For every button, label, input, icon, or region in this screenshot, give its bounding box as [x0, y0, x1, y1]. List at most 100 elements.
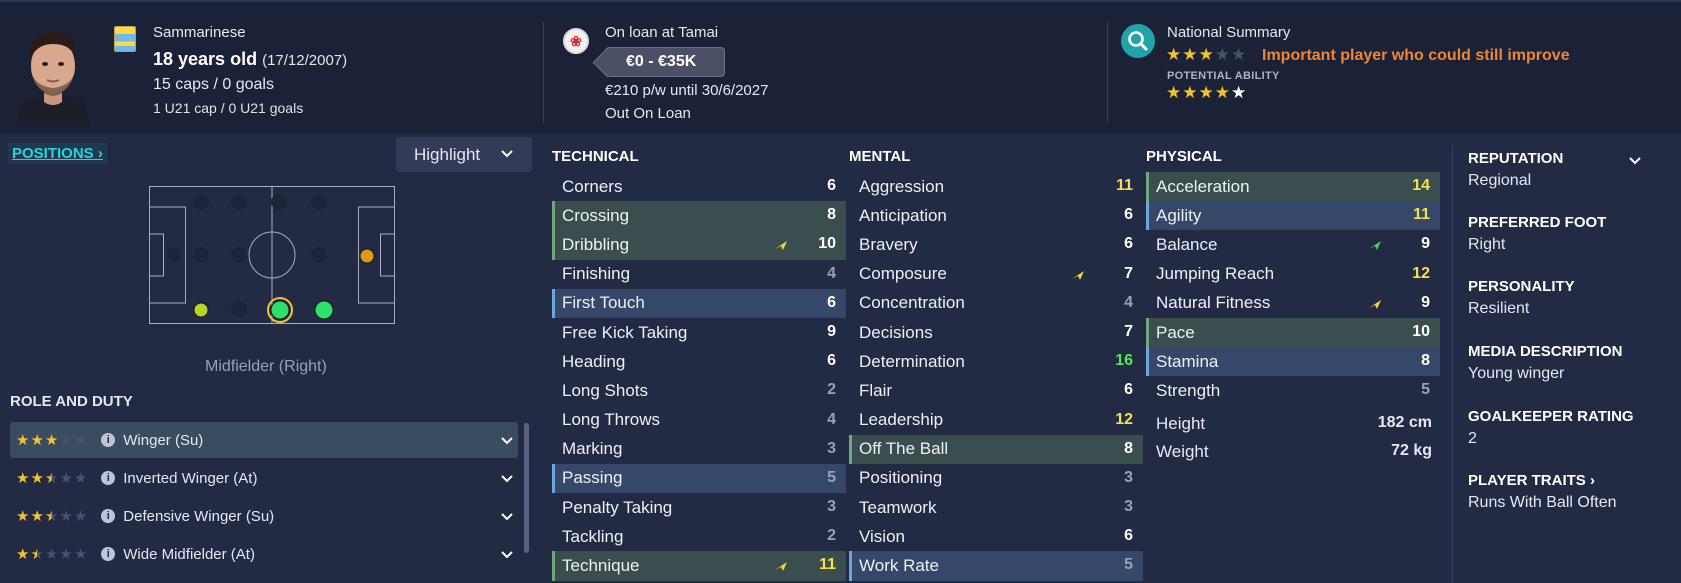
chevron-down-icon[interactable] [500, 471, 514, 489]
attribute-row[interactable]: Composure 7 [849, 260, 1143, 289]
club-badge-icon[interactable]: ❀ [563, 28, 589, 54]
role-name: Wide Midfielder (At) [123, 545, 255, 563]
attribute-row[interactable]: Penalty Taking 3 [552, 493, 846, 522]
attribute-row[interactable]: Balance 9 [1146, 230, 1440, 259]
mental-title: MENTAL [849, 148, 911, 165]
attribute-row[interactable]: Work Rate 5 [849, 551, 1143, 581]
attribute-row[interactable]: Concentration 4 [849, 289, 1143, 318]
chevron-down-icon[interactable] [500, 433, 514, 451]
attribute-row[interactable]: Acceleration 14 [1146, 172, 1440, 202]
height-label: Height [1156, 414, 1206, 433]
attribute-value: 12 [1412, 264, 1430, 282]
attribute-name: Anticipation [859, 205, 947, 225]
star-empty-icon: ★ [59, 431, 73, 449]
star-full-icon: ★ [1182, 45, 1198, 64]
attribute-row[interactable]: Pace 10 [1146, 317, 1440, 348]
attribute-row[interactable]: Long Throws 4 [552, 406, 846, 435]
attribute-row[interactable]: Dribbling 10 [552, 230, 846, 260]
role-item[interactable]: ★ ★ ★ ★ ★ i Inverted Winger (At) [10, 460, 518, 496]
selected-position-label: Midfielder (Right) [205, 358, 327, 375]
attribute-row[interactable]: Technique 11 [552, 551, 846, 581]
attribute-row[interactable]: Agility 11 [1146, 201, 1440, 231]
info-icon[interactable]: i [101, 509, 116, 523]
player-traits-block[interactable]: PLAYER TRAITS › Runs With Ball Often [1468, 472, 1617, 512]
flag-icon [114, 26, 136, 52]
attribute-value: 10 [1412, 322, 1430, 340]
loan-status[interactable]: On loan at Tamai [605, 24, 718, 41]
chevron-down-icon[interactable] [500, 547, 514, 565]
role-name: Defensive Winger (Su) [123, 507, 275, 525]
attribute-value: 6 [1124, 527, 1133, 545]
personality-block: PERSONALITY Resilient [1468, 278, 1575, 318]
attribute-name: Decisions [859, 322, 933, 342]
attribute-row[interactable]: Strength 5 [1146, 376, 1440, 405]
role-item[interactable]: ★ ★ ★ ★ ★ i Wide Midfielder (At) [10, 536, 518, 572]
positions-link[interactable]: POSITIONS › [8, 143, 107, 164]
attribute-row[interactable]: Anticipation 6 [849, 201, 1143, 230]
attribute-row[interactable]: Free Kick Taking 9 [552, 318, 846, 347]
attribute-row[interactable]: Marking 3 [552, 435, 846, 464]
attribute-row[interactable]: Leadership 12 [849, 406, 1143, 435]
attribute-row[interactable]: Determination 16 [849, 347, 1143, 376]
attribute-row[interactable]: Finishing 4 [552, 260, 846, 289]
info-icon[interactable]: i [101, 547, 116, 561]
star-empty-icon: ★ [1231, 45, 1247, 64]
star-empty-icon: ★ [1214, 45, 1230, 64]
highlight-dropdown[interactable]: Highlight [396, 137, 532, 172]
attribute-name: Natural Fitness [1156, 293, 1271, 313]
attribute-value: 6 [1124, 206, 1133, 224]
attribute-name: Marking [562, 439, 623, 459]
search-icon[interactable] [1121, 24, 1155, 58]
attribute-row[interactable]: Off The Ball 8 [849, 434, 1143, 464]
star-full-icon: ★ [30, 469, 44, 487]
attribute-value: 4 [1124, 293, 1133, 311]
pitch-diagram [149, 186, 395, 324]
header-divider [1107, 22, 1108, 123]
attribute-value: 11 [1413, 206, 1430, 224]
attribute-row[interactable]: Decisions 7 [849, 318, 1143, 347]
attribute-row[interactable]: Passing 5 [552, 463, 846, 494]
player-traits-link[interactable]: PLAYER TRAITS › [1468, 472, 1617, 489]
attribute-row[interactable]: Natural Fitness 9 [1146, 289, 1440, 318]
chevron-down-icon[interactable] [500, 509, 514, 527]
attribute-row[interactable]: Long Shots 2 [552, 376, 846, 405]
attribute-row[interactable]: Flair 6 [849, 376, 1143, 405]
transfer-value-tag[interactable]: €0 - €35K [605, 47, 725, 77]
info-icon[interactable]: i [101, 433, 116, 447]
star-full-icon: ★ [1214, 83, 1230, 102]
star-full-icon: ★ [16, 469, 30, 487]
star-full-icon: ★ [1198, 45, 1214, 64]
attribute-row[interactable]: Jumping Reach 12 [1146, 260, 1440, 289]
attribute-row[interactable]: Stamina 8 [1146, 347, 1440, 377]
attribute-row[interactable]: Crossing 8 [552, 201, 846, 231]
attribute-row[interactable]: Vision 6 [849, 522, 1143, 551]
attribute-name: Composure [859, 264, 947, 284]
attribute-value: 11 [819, 556, 836, 574]
attribute-row[interactable]: Tackling 2 [552, 522, 846, 551]
role-item[interactable]: ★ ★ ★ ★ ★ i Defensive Winger (Su) [10, 498, 518, 534]
player-age: 18 years old (17/12/2007) [153, 49, 348, 69]
role-name: Winger (Su) [123, 431, 204, 449]
star-full-icon: ★ [1166, 83, 1182, 102]
reputation-block[interactable]: REPUTATION Regional [1468, 150, 1563, 190]
chevron-down-icon[interactable] [1628, 153, 1642, 172]
attribute-row[interactable]: Bravery 6 [849, 230, 1143, 259]
attribute-value: 6 [827, 177, 836, 194]
media-description-block: MEDIA DESCRIPTION Young winger [1468, 343, 1622, 383]
attribute-row[interactable]: Heading 6 [552, 347, 846, 376]
attribute-row[interactable]: Corners 6 [552, 172, 846, 201]
star-half-icon: ★ [1231, 83, 1247, 102]
star-empty-icon: ★ [73, 545, 88, 563]
attribute-row[interactable]: Positioning 3 [849, 464, 1143, 493]
info-icon[interactable]: i [101, 471, 116, 485]
current-ability-stars: ★ ★ ★ ★ ★ [1166, 46, 1246, 63]
attribute-row[interactable]: Aggression 11 [849, 172, 1143, 201]
mental-rows: Aggression 11 Anticipation 6 Bravery 6 Composu… [849, 172, 1143, 581]
scrollbar[interactable] [524, 423, 529, 553]
attribute-value: 5 [1124, 556, 1133, 574]
positions-panel: POSITIONS › Highlight Midfielder (Right)… [0, 133, 545, 583]
role-item[interactable]: ★ ★ ★ ★ ★ i Winger (Su) [10, 422, 518, 458]
attribute-row[interactable]: Teamwork 3 [849, 493, 1143, 522]
attribute-row[interactable]: First Touch 6 [552, 288, 846, 318]
star-full-icon: ★ [16, 545, 30, 563]
